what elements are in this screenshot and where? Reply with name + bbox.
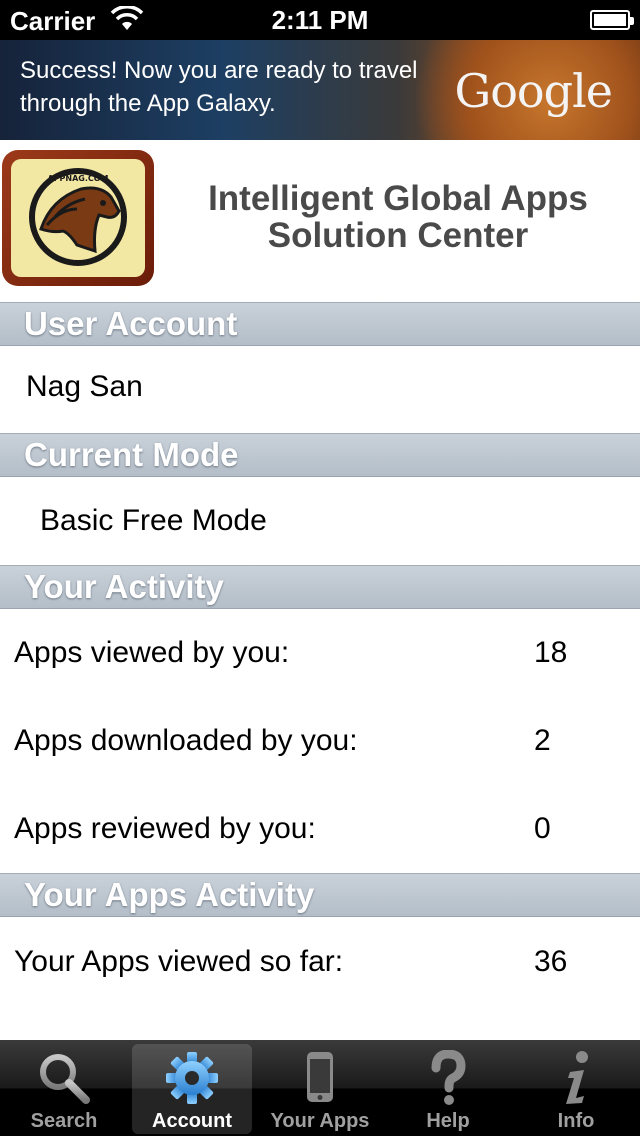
section-header-current-mode: Current Mode [0, 433, 640, 477]
app-logo: APPNAG.COM [2, 150, 154, 286]
page-title: Intelligent Global Apps Solution Center [168, 180, 628, 254]
tab-label: Search [30, 1110, 98, 1132]
tab-label: Info [557, 1110, 595, 1132]
activity-value: 2 [534, 724, 551, 757]
activity-label: Apps downloaded by you: [14, 724, 358, 757]
current-mode-value: Basic Free Mode [40, 504, 267, 537]
status-bar: Carrier 2:11 PM [0, 0, 640, 40]
section-header-user-account: User Account [0, 302, 640, 346]
activity-value: 18 [534, 636, 568, 669]
title-line-2: Solution Center [267, 216, 529, 255]
battery-icon [590, 10, 634, 30]
section-title: Your Apps Activity [24, 876, 315, 913]
section-title: Current Mode [24, 436, 239, 473]
banner-message: Success! Now you are ready to travel thr… [20, 57, 418, 117]
tab-bar: Search Account Your Apps Help Info [0, 1040, 640, 1136]
section-title: Your Activity [24, 568, 224, 605]
tab-help[interactable]: Help [388, 1044, 508, 1134]
gear-icon [166, 1052, 218, 1104]
info-icon [566, 1051, 588, 1104]
section-header-your-activity: Your Activity [0, 565, 640, 609]
section-title: User Account [24, 305, 238, 342]
user-name: Nag San [26, 370, 143, 403]
activity-label: Apps viewed by you: [14, 636, 290, 669]
ad-banner[interactable]: Success! Now you are ready to travel thr… [0, 40, 640, 140]
clock: 2:11 PM [271, 5, 369, 35]
tab-info[interactable]: Info [516, 1044, 636, 1134]
tab-search[interactable]: Search [4, 1044, 124, 1134]
app-header: APPNAG.COM Intelligent Global Apps Solut… [0, 140, 640, 302]
apps-activity-value: 36 [534, 945, 568, 978]
logo-text: APPNAG.COM [47, 174, 108, 183]
section-header-your-apps-activity: Your Apps Activity [0, 873, 640, 917]
tab-your-apps[interactable]: Your Apps [260, 1044, 380, 1134]
activity-label: Apps reviewed by you: [14, 812, 316, 845]
question-mark-icon [431, 1050, 466, 1105]
title-line-1: Intelligent Global Apps [208, 179, 588, 218]
tab-label: Help [426, 1110, 470, 1132]
apps-activity-label: Your Apps viewed so far: [14, 945, 344, 978]
tab-account[interactable]: Account [132, 1044, 252, 1134]
search-icon [40, 1054, 90, 1104]
phone-icon [307, 1052, 333, 1102]
google-logo: Google [454, 64, 613, 118]
activity-value: 0 [534, 812, 551, 845]
tab-label: Account [152, 1110, 232, 1132]
tab-label: Your Apps [270, 1110, 370, 1132]
